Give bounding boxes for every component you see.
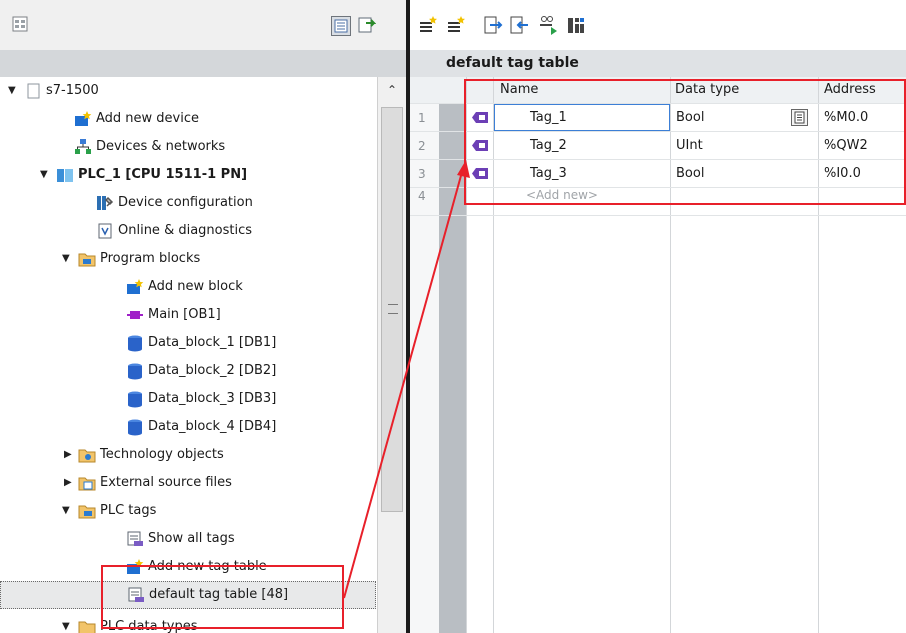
grid-line (410, 215, 906, 216)
expand-right-icon[interactable]: ▶ (64, 441, 72, 469)
tree-item-label: Data_block_4 [DB4] (148, 419, 277, 434)
tree-item-main-ob1[interactable]: Main [OB1] (0, 301, 376, 329)
tree-item-external-source-files[interactable]: ▶ External source files (0, 469, 376, 497)
tree-item-label: Add new block (148, 279, 243, 294)
tree-item-project[interactable]: ▼ s7-1500 (0, 77, 376, 105)
tree-item-label: Data_block_1 [DB1] (148, 335, 277, 350)
expand-down-icon[interactable]: ▼ (8, 77, 16, 105)
folder-icon (78, 621, 96, 633)
project-tree-panel: ▼ s7-1500 Add new device Devices & netwo… (0, 0, 407, 633)
editor-toolbar (410, 0, 906, 50)
expand-down-icon[interactable]: ▼ (62, 613, 70, 633)
project-view-icon[interactable] (12, 15, 30, 33)
folder-icon (78, 505, 96, 519)
grip-icon (388, 304, 398, 314)
row-number: 4 (418, 189, 426, 203)
db-icon (128, 335, 142, 352)
tree-item-label: Online & diagnostics (118, 223, 253, 238)
network-icon (75, 139, 91, 154)
tree-item-add-new-block[interactable]: Add new block (0, 273, 376, 301)
tree-item-label: Main [OB1] (148, 307, 221, 322)
tree-item-online-diagnostics[interactable]: Online & diagnostics (0, 217, 376, 245)
tree-item-data-block-2[interactable]: Data_block_2 [DB2] (0, 357, 376, 385)
tree-item-data-block-1[interactable]: Data_block_1 [DB1] (0, 329, 376, 357)
tree-item-show-all-tags[interactable]: Show all tags (0, 525, 376, 553)
tree-item-label: Device configuration (118, 195, 253, 210)
expand-down-icon[interactable]: ▼ (62, 245, 70, 273)
db-icon (128, 363, 142, 380)
tree-item-label: Add new device (96, 111, 200, 126)
folder-icon (78, 253, 96, 267)
export-icon[interactable] (358, 15, 376, 33)
editor-title-bar: default tag table (410, 50, 906, 77)
import-tags-icon[interactable] (510, 15, 530, 35)
scrollbar-thumb[interactable] (381, 107, 403, 512)
db-icon (128, 391, 142, 408)
scroll-up-icon[interactable]: ⌃ (382, 81, 402, 99)
expand-down-icon[interactable]: ▼ (40, 161, 48, 189)
project-tree-toolbar (0, 0, 406, 50)
add-device-icon (75, 111, 92, 126)
keep-values-icon[interactable] (566, 15, 586, 35)
tree-item-label: Devices & networks (96, 139, 226, 154)
row-number: 1 (418, 111, 426, 125)
tree-item-label: External source files (100, 475, 232, 490)
db-icon (128, 419, 142, 436)
tree-item-data-block-3[interactable]: Data_block_3 [DB3] (0, 385, 376, 413)
folder-icon (78, 449, 96, 463)
folder-icon (78, 477, 96, 491)
project-icon (27, 83, 40, 99)
tree-item-plc[interactable]: ▼ PLC_1 [CPU 1511-1 PN] (0, 161, 376, 189)
insert-row-icon[interactable] (418, 15, 438, 35)
tree-item-label: Technology objects (100, 447, 224, 462)
tree-item-device-configuration[interactable]: Device configuration (0, 189, 376, 217)
expand-right-icon[interactable]: ▶ (64, 469, 72, 497)
page-title: default tag table (446, 55, 579, 71)
tree-item-label: Program blocks (100, 251, 201, 266)
tree-item-label: Data_block_2 [DB2] (148, 363, 277, 378)
row-number: 3 (418, 167, 426, 181)
tree-item-label: PLC_1 [CPU 1511-1 PN] (78, 167, 248, 182)
tree-item-devices-networks[interactable]: Devices & networks (0, 133, 376, 161)
project-tree: ▼ s7-1500 Add new device Devices & netwo… (0, 77, 376, 633)
show-tags-icon (127, 531, 143, 546)
tree-item-plc-tags[interactable]: ▼ PLC tags (0, 497, 376, 525)
tree-item-technology-objects[interactable]: ▶ Technology objects (0, 441, 376, 469)
highlight-box-tree-items (101, 565, 344, 629)
project-tree-header (0, 50, 406, 77)
detail-view-icon[interactable] (331, 16, 351, 36)
monitor-all-icon[interactable] (538, 15, 560, 35)
expand-down-icon[interactable]: ▼ (62, 497, 70, 525)
selection-column[interactable] (439, 77, 466, 633)
row-number: 2 (418, 139, 426, 153)
export-tags-icon[interactable] (484, 15, 504, 35)
diagnostics-icon (98, 223, 112, 239)
tree-item-program-blocks[interactable]: ▼ Program blocks (0, 245, 376, 273)
ob-block-icon (127, 311, 143, 319)
plc-icon (57, 169, 73, 182)
tree-item-label: Show all tags (148, 531, 235, 546)
device-config-icon (97, 196, 114, 210)
tree-item-label: PLC tags (100, 503, 157, 518)
tree-item-add-new-device[interactable]: Add new device (0, 105, 376, 133)
tree-item-data-block-4[interactable]: Data_block_4 [DB4] (0, 413, 376, 441)
tree-item-label: s7-1500 (46, 83, 99, 98)
highlight-box-tag-table (464, 79, 906, 205)
tree-scrollbar[interactable]: ⌃ (377, 77, 407, 633)
add-row-icon[interactable] (446, 15, 466, 35)
add-block-icon (127, 279, 144, 294)
tree-item-label: Data_block_3 [DB3] (148, 391, 277, 406)
